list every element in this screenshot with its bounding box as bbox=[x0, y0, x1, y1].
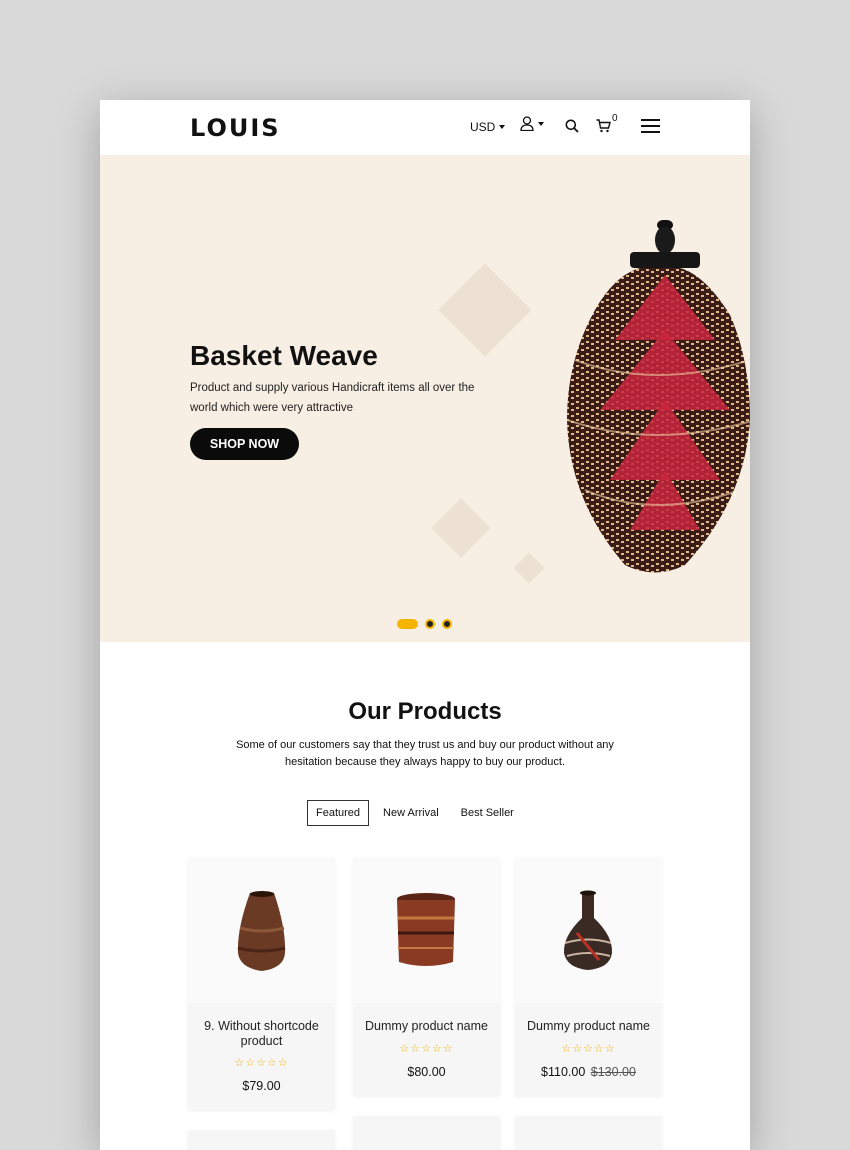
hero-title: Basket Weave bbox=[190, 340, 378, 371]
original-price: $130.00 bbox=[590, 1064, 636, 1079]
menu-icon-line bbox=[641, 125, 660, 127]
cart-count-badge: 0 bbox=[612, 113, 618, 124]
hero-banner: Basket Weave Product and supply various … bbox=[100, 155, 750, 642]
product-price: $79.00 bbox=[242, 1079, 281, 1093]
section-description: Some of our customers say that they trus… bbox=[236, 739, 614, 768]
ceramic-vase-image bbox=[563, 890, 613, 970]
section-title: Our Products bbox=[348, 698, 502, 725]
rating-stars: ☆☆☆☆☆ bbox=[234, 1057, 289, 1069]
product-card[interactable]: 9. Without shortcode product ☆☆☆☆☆ $79.0… bbox=[188, 858, 335, 1110]
chevron-down-icon bbox=[538, 121, 544, 126]
slide-dot-active[interactable] bbox=[397, 619, 418, 629]
tab-featured[interactable]: Featured bbox=[307, 800, 370, 826]
product-image[interactable] bbox=[188, 858, 335, 1003]
product-card[interactable] bbox=[188, 1130, 335, 1150]
product-image[interactable] bbox=[515, 858, 662, 1003]
product-tabs: Featured New Arrival Best Seller bbox=[307, 800, 528, 826]
tab-best-seller[interactable]: Best Seller bbox=[453, 801, 522, 825]
hamburger-menu-button[interactable] bbox=[641, 119, 660, 134]
product-name[interactable]: Dummy product name bbox=[515, 1019, 662, 1034]
product-image[interactable] bbox=[353, 858, 500, 1003]
rating-stars: ☆☆☆☆☆ bbox=[561, 1042, 616, 1055]
account-button[interactable] bbox=[520, 116, 544, 131]
product-card[interactable] bbox=[353, 1116, 500, 1150]
rating-stars: ☆☆☆☆☆ bbox=[399, 1042, 454, 1055]
currency-selector[interactable]: USD bbox=[470, 120, 506, 134]
product-price: $80.00 bbox=[407, 1064, 446, 1079]
hero-description: Product and supply various Handicraft it… bbox=[190, 382, 475, 414]
decorative-diamond bbox=[431, 498, 491, 558]
currency-label: USD bbox=[470, 120, 496, 134]
product-name[interactable]: Dummy product name bbox=[353, 1019, 500, 1034]
user-icon bbox=[520, 116, 534, 131]
site-header: LOUIS USD 0 bbox=[100, 100, 750, 155]
menu-icon bbox=[641, 119, 660, 121]
decorative-diamond bbox=[513, 552, 545, 584]
chevron-down-icon bbox=[499, 125, 506, 129]
product-card[interactable]: Dummy product name ☆☆☆☆☆ $110.00 $130.00 bbox=[515, 858, 662, 1096]
product-price: $110.00 $130.00 bbox=[515, 1065, 662, 1079]
woven-basket-image bbox=[397, 893, 455, 966]
product-name[interactable]: 9. Without shortcode product bbox=[188, 1019, 335, 1048]
product-card[interactable]: Dummy product name ☆☆☆☆☆ $80.00 bbox=[353, 858, 500, 1096]
search-button[interactable] bbox=[565, 119, 579, 138]
wooden-vase-image bbox=[237, 891, 286, 971]
woven-vase-image bbox=[567, 220, 750, 573]
decorative-diamond bbox=[438, 263, 532, 357]
shop-now-button[interactable]: SHOP NOW bbox=[190, 428, 299, 460]
slide-dot[interactable] bbox=[442, 619, 452, 629]
search-icon bbox=[565, 119, 579, 133]
slide-dot[interactable] bbox=[425, 619, 435, 629]
sale-price: $110.00 bbox=[541, 1064, 586, 1079]
cart-icon bbox=[596, 119, 611, 133]
menu-icon-line bbox=[641, 131, 660, 133]
slider-pagination bbox=[397, 619, 452, 629]
logo[interactable]: LOUIS bbox=[190, 114, 281, 142]
product-card[interactable] bbox=[515, 1116, 662, 1150]
store-page: LOUIS USD 0 Basket Weave Product and sup… bbox=[100, 100, 750, 1150]
cart-button[interactable] bbox=[596, 119, 611, 138]
tab-new-arrival[interactable]: New Arrival bbox=[375, 801, 447, 825]
